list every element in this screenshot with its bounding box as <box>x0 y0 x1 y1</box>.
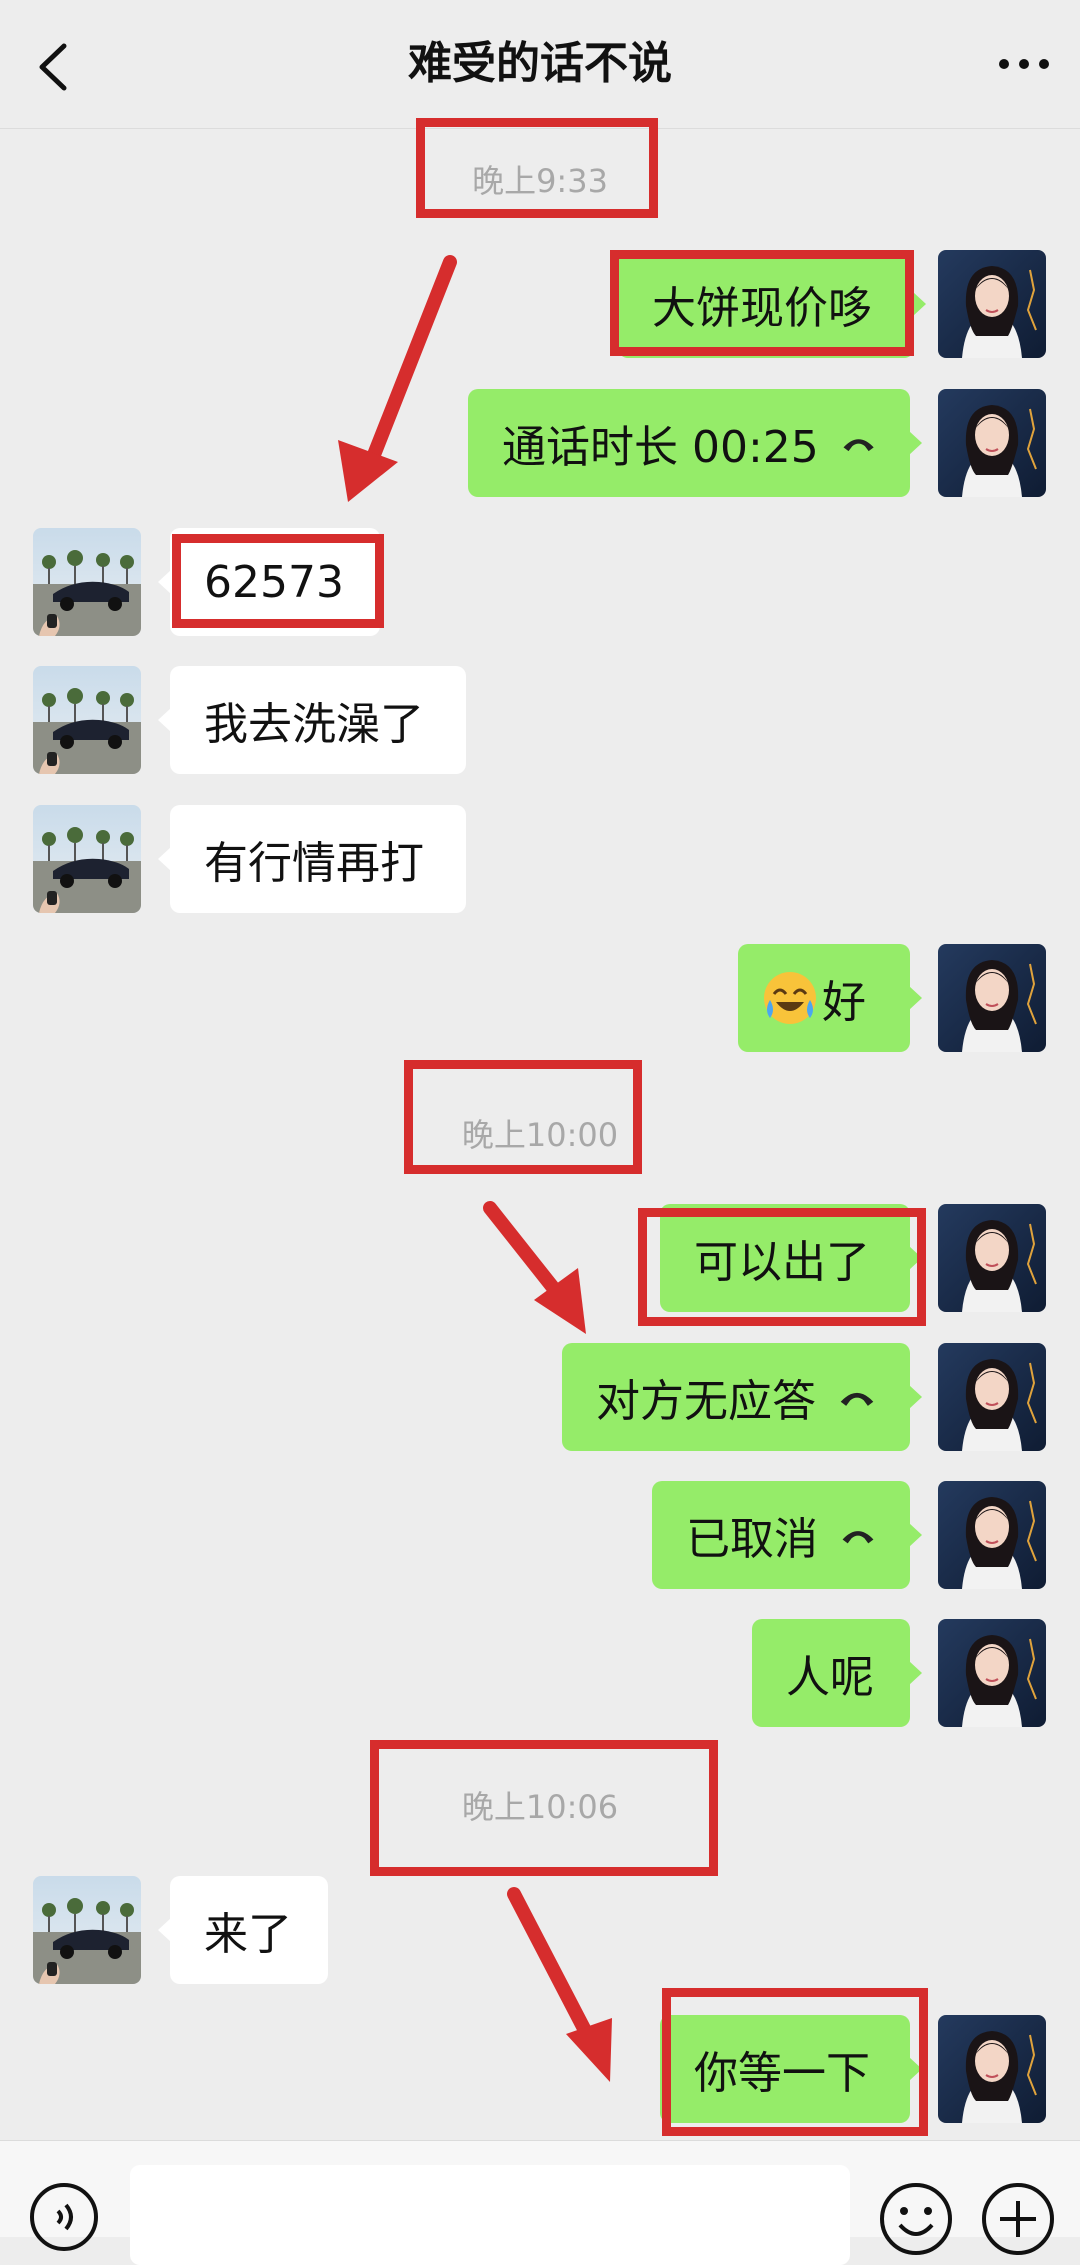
avatar[interactable] <box>33 1876 141 1984</box>
message-text: 来了 <box>204 1909 292 1960</box>
message-bubble[interactable]: 我去洗澡了 <box>158 666 466 774</box>
timestamp: 晚上9:33 <box>472 162 608 200</box>
message-bubble[interactable]: 来了 <box>158 1876 328 1984</box>
plus-icon[interactable] <box>980 2181 1056 2257</box>
message-text: 人呢 <box>786 1652 874 1703</box>
message-text: 大饼现价哆 <box>652 283 872 334</box>
voice-input-icon[interactable] <box>28 2181 100 2253</box>
message-text: 有行情再打 <box>204 838 424 889</box>
message-text: 好 <box>822 977 866 1028</box>
avatar[interactable] <box>33 528 141 636</box>
message-bubble[interactable]: 通话时长 00:25 <box>468 389 922 497</box>
timestamp: 晚上10:00 <box>461 1116 619 1154</box>
message-bubble[interactable]: 可以出了 <box>660 1204 922 1312</box>
avatar[interactable] <box>938 1619 1046 1727</box>
avatar[interactable] <box>33 666 141 774</box>
message-bubble[interactable]: 已取消 <box>652 1481 922 1589</box>
message-text: 62573 <box>204 556 344 608</box>
avatar[interactable] <box>938 944 1046 1052</box>
message-bubble[interactable]: 人呢 <box>752 1619 922 1727</box>
message-bubble[interactable]: 大饼现价哆 <box>618 250 926 358</box>
avatar[interactable] <box>938 1481 1046 1589</box>
message-bubble[interactable]: 有行情再打 <box>158 805 466 913</box>
avatar[interactable] <box>938 1343 1046 1451</box>
chat-header: 难受的话不说 <box>0 0 1080 129</box>
emoji-icon[interactable] <box>878 2181 954 2257</box>
message-bubble[interactable]: 你等一下 <box>660 2015 922 2123</box>
message-text: 已取消 <box>686 1514 818 1565</box>
input-bar <box>0 2140 1080 2265</box>
message-text: 可以出了 <box>694 1237 870 1288</box>
phone-hangup-icon <box>843 439 874 452</box>
phone-hangup-icon <box>840 1392 874 1406</box>
avatar[interactable] <box>33 805 141 913</box>
timestamp: 晚上10:06 <box>461 1788 619 1826</box>
more-dots-icon[interactable] <box>996 52 1052 76</box>
message-bubble[interactable]: 好 <box>738 944 922 1052</box>
crying-laughing-emoji <box>764 972 816 1024</box>
message-bubble[interactable]: 62573 <box>158 528 380 636</box>
avatar[interactable] <box>938 2015 1046 2123</box>
message-text: 我去洗澡了 <box>204 699 424 750</box>
avatar[interactable] <box>938 1204 1046 1312</box>
phone-hangup-icon <box>842 1531 874 1544</box>
message-bubble[interactable]: 对方无应答 <box>562 1343 922 1451</box>
message-text: 通话时长 00:25 <box>502 422 819 473</box>
avatar[interactable] <box>938 250 1046 358</box>
message-text: 你等一下 <box>694 2048 870 2099</box>
avatar[interactable] <box>938 389 1046 497</box>
message-input[interactable] <box>130 2165 850 2265</box>
chat-title: 难受的话不说 <box>408 38 672 89</box>
message-text: 对方无应答 <box>596 1376 816 1427</box>
